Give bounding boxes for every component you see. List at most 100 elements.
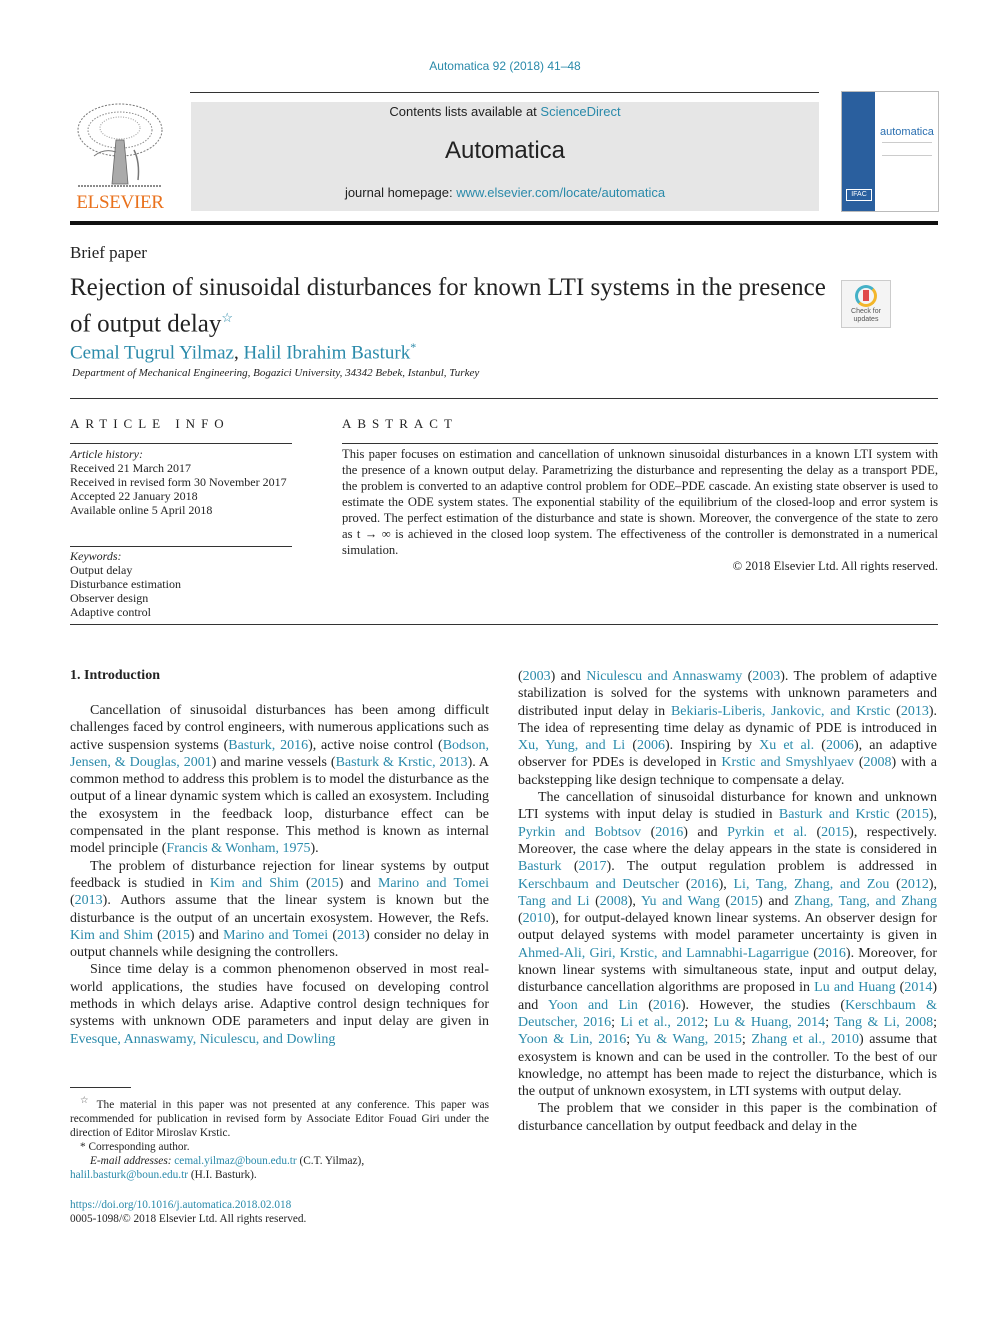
- footnotes: ☆ The material in this paper was not pre…: [70, 1094, 489, 1182]
- citation-link[interactable]: Ahmed-Ali, Giri, Krstic, and Lamnabhi-La…: [518, 946, 809, 961]
- citation-link[interactable]: Xu et al.: [759, 738, 814, 753]
- title-footnote-star-icon[interactable]: ☆: [221, 310, 233, 325]
- citation-link[interactable]: Pyrkin and Bobtsov: [518, 825, 641, 840]
- citation-link[interactable]: Yu & Wang, 2015: [635, 1032, 742, 1047]
- citation-link[interactable]: 2015: [730, 894, 758, 909]
- citation-link[interactable]: Li et al., 2012: [620, 1015, 704, 1030]
- body-text: ;: [704, 1014, 714, 1030]
- citation-link[interactable]: Kerschbaum and Deutscher: [518, 877, 679, 892]
- citation-link[interactable]: Evesque, Annaswamy, Niculescu, and Dowli…: [70, 1032, 335, 1047]
- history-item: Received 21 March 2017: [70, 461, 191, 475]
- author-link[interactable]: Cemal Tugrul Yilmaz: [70, 342, 234, 363]
- citation-link[interactable]: 2016: [691, 877, 719, 892]
- crossmark-icon: [855, 285, 877, 307]
- citation-link[interactable]: Xu, Yung, and Li: [518, 738, 625, 753]
- citation-link[interactable]: Kim and Shim: [70, 928, 153, 943]
- citation-link[interactable]: 2003: [523, 669, 551, 684]
- citation-link[interactable]: Lu and Huang: [814, 980, 895, 995]
- body-text: ). However, the studies (: [680, 997, 846, 1013]
- citation-link[interactable]: Zhang, Tang, and Zhang: [794, 894, 937, 909]
- citation-link[interactable]: Yoon and Lin: [548, 998, 638, 1013]
- citation-link[interactable]: Yu and Wang: [641, 894, 720, 909]
- citation-link[interactable]: Francis & Wonham, 1975: [166, 841, 310, 856]
- doi-link[interactable]: https://doi.org/10.1016/j.automatica.201…: [70, 1198, 489, 1212]
- elsevier-wordmark: ELSEVIER: [76, 192, 164, 213]
- citation-link[interactable]: Marino and Tomei: [223, 928, 328, 943]
- citation-link[interactable]: Basturk: [518, 859, 562, 874]
- body-text: (: [679, 876, 691, 892]
- email-link[interactable]: halil.basturk@boun.edu.tr: [70, 1169, 188, 1181]
- body-text: (: [853, 755, 864, 771]
- cover-subtitle-lines: [882, 142, 932, 156]
- journal-cover-thumbnail[interactable]: automatica IFAC: [841, 91, 939, 212]
- email-owner: (C.T. Yilmaz),: [296, 1154, 365, 1167]
- citation-link[interactable]: Basturk and Krstic: [779, 807, 890, 822]
- citation-link[interactable]: Basturk, 2016: [228, 738, 308, 753]
- citation-link[interactable]: Tang & Li, 2008: [834, 1015, 933, 1030]
- body-text: (: [298, 875, 311, 891]
- email-link[interactable]: cemal.yilmaz@boun.edu.tr: [174, 1155, 296, 1167]
- citation-link[interactable]: Pyrkin et al.: [727, 825, 807, 840]
- citation-link[interactable]: Krstic and Smyshlyaev: [721, 755, 854, 770]
- citation-link[interactable]: 2012: [901, 877, 929, 892]
- citation-link[interactable]: Niculescu and Annaswamy: [586, 669, 742, 684]
- citation-link[interactable]: 2016: [655, 825, 683, 840]
- article-title-text: Rejection of sinusoidal disturbances for…: [70, 274, 826, 338]
- contents-prefix: Contents lists available at: [389, 104, 541, 119]
- body-paragraph: Cancellation of sinusoidal disturbances …: [70, 702, 489, 858]
- citation-link[interactable]: 2008: [600, 894, 628, 909]
- footnote-star-icon: ☆: [80, 1096, 92, 1106]
- citation-link[interactable]: Li, Tang, Zhang, and Zou: [734, 877, 890, 892]
- citation-link[interactable]: 2015: [821, 825, 849, 840]
- body-text: ), active noise control (: [308, 737, 443, 753]
- body-text: ;: [933, 1014, 938, 1030]
- history-item: Received in revised form 30 November 201…: [70, 475, 287, 489]
- issn-copyright: 0005-1098/© 2018 Elsevier Ltd. All right…: [70, 1213, 307, 1225]
- check-for-updates-button[interactable]: Check for updates: [841, 280, 891, 328]
- cover-title: automatica: [880, 126, 934, 138]
- article-type: Brief paper: [70, 243, 147, 262]
- history-item: Accepted 22 January 2018: [70, 489, 198, 503]
- citation-link[interactable]: 2016: [653, 998, 681, 1013]
- citation-link[interactable]: 2017: [579, 859, 607, 874]
- sciencedirect-link[interactable]: ScienceDirect: [540, 104, 620, 119]
- citation-link[interactable]: 2014: [904, 980, 932, 995]
- body-text: ) and: [550, 669, 587, 684]
- citation-link[interactable]: Kim and Shim: [210, 876, 299, 891]
- body-paragraph: The cancellation of sinusoidal disturban…: [518, 789, 937, 1100]
- citation-link[interactable]: 2013: [75, 893, 103, 908]
- citation-link[interactable]: Zhang et al., 2010: [751, 1032, 859, 1047]
- citation-link[interactable]: 2013: [901, 704, 929, 719]
- citation-link[interactable]: 2015: [162, 928, 190, 943]
- citation-link[interactable]: Bekiaris-Liberis, Jankovic, and Krstic: [671, 704, 890, 719]
- citation-link[interactable]: 2016: [818, 946, 846, 961]
- citation-link[interactable]: 2008: [864, 755, 892, 770]
- citation-link[interactable]: Tang and Li: [518, 894, 590, 909]
- footnote-corresponding: * Corresponding author.: [70, 1140, 489, 1154]
- body-text: ;: [741, 1032, 752, 1048]
- article-info-heading: ARTICLE INFO: [70, 416, 230, 431]
- keyword-item: Observer design: [70, 591, 149, 605]
- abstract-text: This paper focuses on estimation and can…: [342, 447, 938, 557]
- corresponding-author-mark[interactable]: *: [410, 340, 416, 354]
- citation-link[interactable]: Marino and Tomei: [378, 876, 489, 891]
- citation-link[interactable]: 2010: [523, 911, 551, 926]
- homepage-prefix: journal homepage:: [344, 185, 457, 200]
- citation-link[interactable]: 2013: [337, 928, 365, 943]
- header-thick-rule: [70, 221, 938, 225]
- abstract-heading: ABSTRACT: [342, 416, 458, 431]
- journal-reference[interactable]: Automatica 92 (2018) 41–48: [0, 59, 992, 73]
- citation-link[interactable]: 2006: [826, 738, 854, 753]
- citation-link[interactable]: 2006: [637, 738, 665, 753]
- citation-link[interactable]: 2015: [901, 807, 929, 822]
- citation-link[interactable]: 2003: [752, 669, 780, 684]
- journal-homepage-link[interactable]: www.elsevier.com/locate/automatica: [456, 185, 665, 200]
- citation-link[interactable]: 2015: [311, 876, 339, 891]
- author-link[interactable]: Halil Ibrahim Basturk: [243, 342, 410, 363]
- footnote-corresponding-text: Corresponding author.: [85, 1140, 190, 1153]
- article-title: Rejection of sinusoidal disturbances for…: [70, 273, 830, 339]
- citation-link[interactable]: Basturk & Krstic, 2013: [336, 755, 468, 770]
- citation-link[interactable]: Lu & Huang, 2014: [714, 1015, 826, 1030]
- citation-link[interactable]: Yoon & Lin, 2016: [518, 1032, 626, 1047]
- email-label: E-mail addresses:: [90, 1154, 175, 1167]
